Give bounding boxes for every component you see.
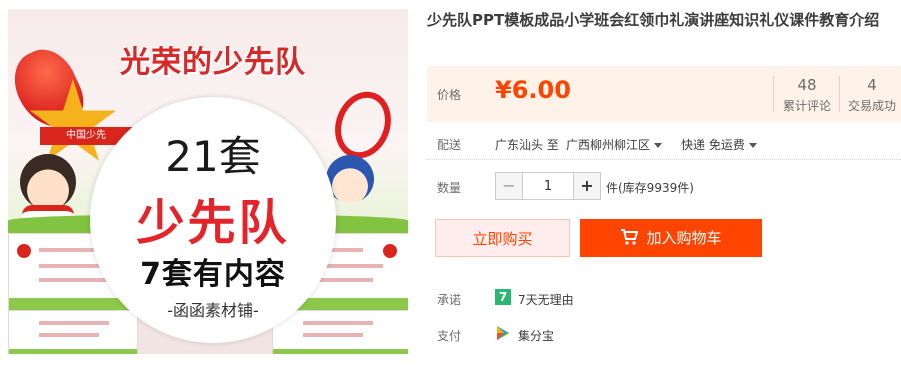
reviews-stat[interactable]: 48 累计评论 (777, 76, 837, 114)
payment-text: 集分宝 (518, 329, 555, 343)
promise-text[interactable]: 7天无理由 (518, 291, 574, 308)
badge-title: 少先队 (136, 195, 290, 251)
product-badge: 21套 少先队 7套有内容 -函函素材铺- (90, 97, 336, 343)
payment-label: 支付 (437, 329, 462, 343)
price-value: ¥6.00 (495, 76, 571, 104)
chevron-down-icon (654, 143, 663, 148)
delivery-label: 配送 (437, 138, 462, 152)
price-label: 价格 (437, 88, 462, 102)
banner-title: 光荣的少先队 (120, 45, 306, 80)
chevron-down-icon (748, 143, 757, 148)
quantity-input[interactable] (523, 173, 573, 199)
quantity-stepper: − + (495, 172, 601, 200)
product-image[interactable]: 中国少先 光荣的少先队 21套 少先队 7套有内容 -函函素材铺- (8, 9, 408, 354)
price-panel: 价格 ¥6.00 48 累计评论 4 交易成功 (427, 66, 901, 122)
child-illustration-left (20, 154, 76, 210)
shipping-method: 快递 免运费 (681, 138, 745, 152)
decrease-quantity-button[interactable]: − (496, 173, 523, 199)
delivery-from: 广东汕头 至 (495, 138, 559, 152)
sales-count: 4 (867, 76, 877, 94)
sales-label: 交易成功 (847, 99, 896, 113)
divider (427, 159, 901, 160)
seven-day-return-icon: 7 (495, 289, 511, 305)
add-to-cart-button[interactable]: 加入购物车 (580, 219, 762, 257)
delivery-destination-select[interactable]: 广西柳州柳江区 (566, 136, 663, 153)
delivery-destination: 广西柳州柳江区 (566, 138, 651, 152)
red-scarf-graphic (325, 83, 401, 167)
stock-text: 件(库存9939件) (606, 181, 694, 195)
divider (773, 76, 774, 112)
jifenbao-icon (497, 326, 509, 340)
sales-stat: 4 交易成功 (843, 76, 901, 114)
shipping-method-select[interactable]: 快递 免运费 (681, 136, 757, 153)
promise-label: 承诺 (437, 293, 462, 307)
product-title: 少先队PPT模板成品小学班会红领巾礼演讲座知识礼仪课件教育介绍 (427, 11, 880, 29)
reviews-label: 累计评论 (782, 99, 831, 113)
buy-now-button[interactable]: 立即购买 (435, 219, 570, 257)
add-to-cart-label: 加入购物车 (646, 229, 722, 247)
increase-quantity-button[interactable]: + (573, 173, 600, 199)
reviews-count: 48 (797, 76, 817, 94)
divider (839, 76, 840, 112)
badge-shop: -函函素材铺- (167, 301, 259, 320)
quantity-label: 数量 (437, 181, 462, 195)
badge-count: 21套 (165, 132, 261, 181)
badge-subtitle: 7套有内容 (140, 257, 286, 292)
cart-icon (621, 229, 639, 245)
